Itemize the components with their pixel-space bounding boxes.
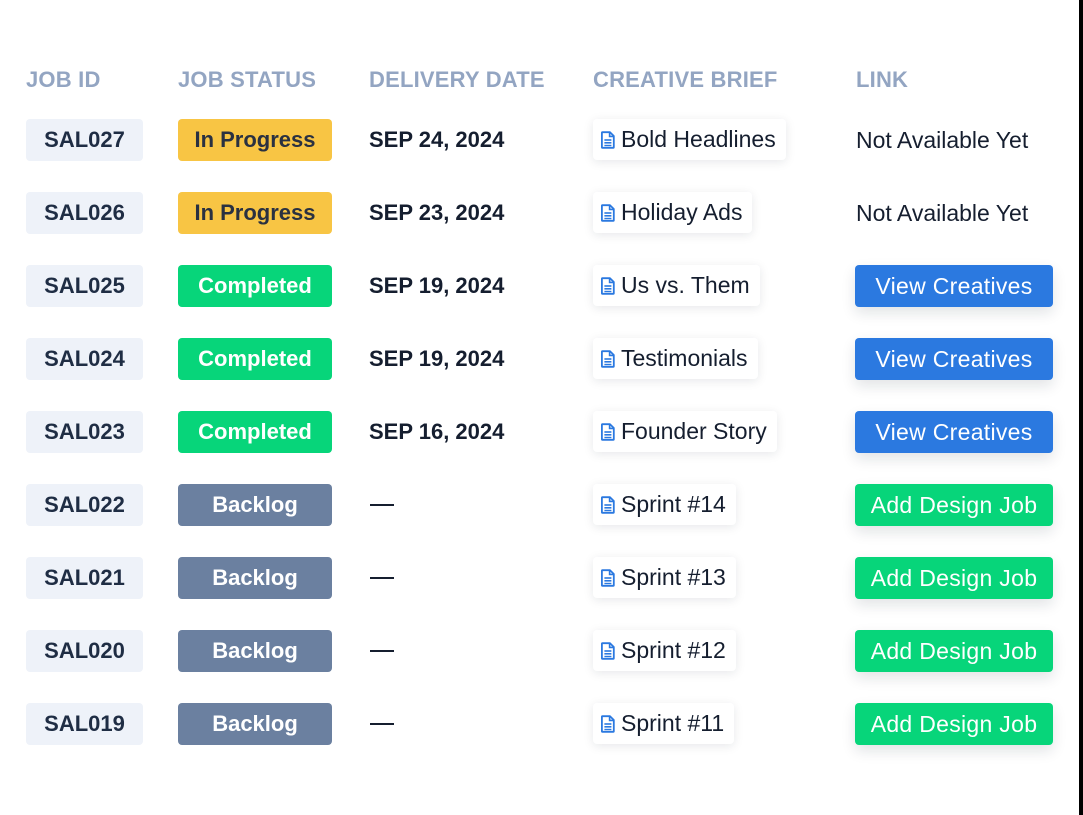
creative-brief-link[interactable]: Sprint #14 [593, 484, 736, 525]
document-icon [600, 495, 616, 514]
add-design-job-button[interactable]: Add Design Job [855, 703, 1053, 745]
view-creatives-button[interactable]: View Creatives [855, 338, 1053, 380]
job-status-badge: In Progress [178, 119, 332, 161]
creative-brief-link[interactable]: Testimonials [593, 338, 758, 379]
link-not-available: Not Available Yet [856, 200, 1029, 226]
table-row: SAL019 Backlog Sprint #11 Add Design Job [0, 703, 1079, 745]
creative-brief-title: Sprint #11 [621, 710, 725, 736]
add-design-job-button[interactable]: Add Design Job [855, 484, 1053, 526]
job-id-badge: SAL019 [26, 703, 143, 745]
creative-brief-title: Testimonials [621, 345, 748, 371]
job-id-badge: SAL023 [26, 411, 143, 453]
document-icon [600, 349, 616, 368]
job-status-badge: Backlog [178, 557, 332, 599]
delivery-date: SEP 19, 2024 [369, 346, 505, 371]
creative-brief-title: Founder Story [621, 418, 767, 444]
creative-brief-link[interactable]: Sprint #13 [593, 557, 736, 598]
add-design-job-button[interactable]: Add Design Job [855, 557, 1053, 599]
empty-date-dash [370, 723, 394, 725]
view-creatives-button[interactable]: View Creatives [855, 411, 1053, 453]
empty-date-dash [370, 504, 394, 506]
job-id-badge: SAL026 [26, 192, 143, 234]
creative-brief-link[interactable]: Bold Headlines [593, 119, 786, 160]
job-id-badge: SAL020 [26, 630, 143, 672]
jobs-table: JOB ID JOB STATUS DELIVERY DATE CREATIVE… [0, 0, 1079, 815]
document-icon [600, 641, 616, 660]
job-id-badge: SAL021 [26, 557, 143, 599]
table-row: SAL020 Backlog Sprint #12 Add Design Job [0, 630, 1079, 672]
job-status-badge: Completed [178, 265, 332, 307]
document-icon [600, 568, 616, 587]
delivery-date: SEP 16, 2024 [369, 419, 505, 444]
creative-brief-link[interactable]: Holiday Ads [593, 192, 753, 233]
creative-brief-title: Holiday Ads [621, 199, 743, 225]
link-not-available: Not Available Yet [856, 127, 1029, 153]
creative-brief-link[interactable]: Sprint #12 [593, 630, 736, 671]
table-row: SAL023 Completed SEP 16, 2024 Founder St… [0, 411, 1079, 453]
delivery-date: SEP 19, 2024 [369, 273, 505, 298]
header-job-id: JOB ID [26, 67, 101, 92]
view-creatives-button[interactable]: View Creatives [855, 265, 1053, 307]
header-creative-brief: CREATIVE BRIEF [593, 67, 778, 92]
creative-brief-title: Bold Headlines [621, 126, 776, 152]
table-row: SAL025 Completed SEP 19, 2024 Us vs. The… [0, 265, 1079, 307]
document-icon [600, 130, 616, 149]
job-id-badge: SAL027 [26, 119, 143, 161]
creative-brief-link[interactable]: Founder Story [593, 411, 777, 452]
table-row: SAL022 Backlog Sprint #14 Add Design Job [0, 484, 1079, 526]
creative-brief-title: Sprint #12 [621, 637, 726, 663]
table-row: SAL026 In Progress SEP 23, 2024 Holiday … [0, 192, 1079, 234]
table-row: SAL021 Backlog Sprint #13 Add Design Job [0, 557, 1079, 599]
job-id-badge: SAL022 [26, 484, 143, 526]
table-row: SAL027 In Progress SEP 24, 2024 Bold Hea… [0, 119, 1079, 161]
window-edge [1079, 0, 1083, 815]
empty-date-dash [370, 650, 394, 652]
job-status-badge: Backlog [178, 703, 332, 745]
job-id-badge: SAL024 [26, 338, 143, 380]
add-design-job-button[interactable]: Add Design Job [855, 630, 1053, 672]
header-link: LINK [856, 67, 909, 92]
delivery-date: SEP 23, 2024 [369, 200, 505, 225]
empty-date-dash [370, 577, 394, 579]
creative-brief-title: Sprint #13 [621, 564, 726, 590]
header-job-status: JOB STATUS [178, 67, 317, 92]
table-row: SAL024 Completed SEP 19, 2024 Testimonia… [0, 338, 1079, 380]
job-id-badge: SAL025 [26, 265, 143, 307]
document-icon [600, 276, 616, 295]
creative-brief-title: Sprint #14 [621, 491, 726, 517]
creative-brief-title: Us vs. Them [621, 272, 750, 298]
creative-brief-link[interactable]: Us vs. Them [593, 265, 760, 306]
job-status-badge: Backlog [178, 484, 332, 526]
document-icon [600, 203, 616, 222]
job-status-badge: Completed [178, 338, 332, 380]
job-status-badge: Backlog [178, 630, 332, 672]
header-delivery-date: DELIVERY DATE [369, 67, 545, 92]
job-status-badge: Completed [178, 411, 332, 453]
document-icon [600, 714, 616, 733]
delivery-date: SEP 24, 2024 [369, 127, 505, 152]
document-icon [600, 422, 616, 441]
job-status-badge: In Progress [178, 192, 332, 234]
creative-brief-link[interactable]: Sprint #11 [593, 703, 735, 744]
